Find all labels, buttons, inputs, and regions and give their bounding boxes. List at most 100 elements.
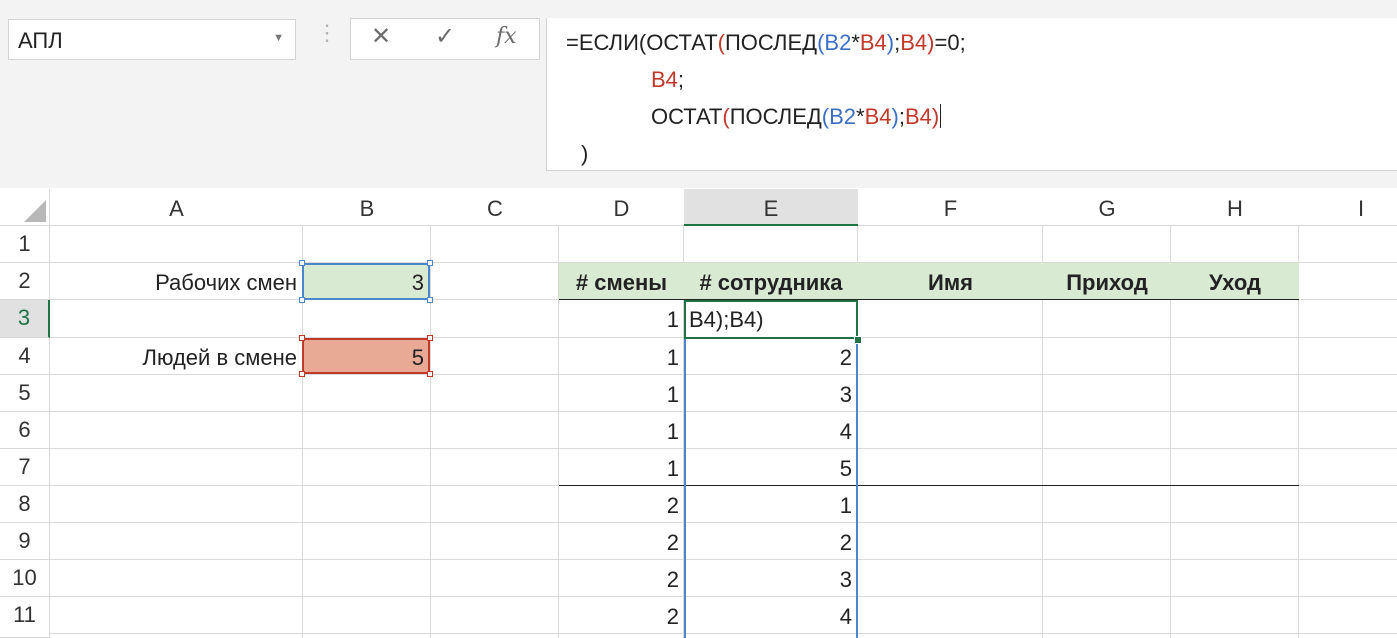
row-label: 7 (18, 454, 31, 479)
formula-ref-b2: B2 (824, 30, 852, 55)
select-all-button[interactable] (0, 189, 50, 226)
row-header-9[interactable]: 9 (0, 523, 50, 560)
row-header-1[interactable]: 1 (0, 226, 50, 263)
employee-value[interactable]: 4 (684, 604, 852, 630)
column-label: C (487, 196, 503, 221)
gridline (50, 522, 1397, 523)
label-work-shifts[interactable]: Рабочих смен (50, 270, 297, 296)
column-header-i[interactable]: I (1299, 189, 1397, 226)
row-label: 4 (18, 343, 31, 368)
header-name[interactable]: Имя (858, 270, 1043, 296)
formula-line-2: B4; (651, 67, 684, 93)
gridline (50, 448, 1397, 449)
row-header-8[interactable]: 8 (0, 486, 50, 523)
shift-value[interactable]: 1 (559, 307, 679, 333)
formula-ref-b4: B4 (651, 67, 678, 92)
employee-value[interactable]: 5 (684, 456, 852, 482)
ref-handle[interactable] (427, 371, 433, 377)
column-header-d[interactable]: D (559, 189, 684, 226)
row-header-6[interactable]: 6 (0, 412, 50, 449)
ref-handle[interactable] (427, 335, 433, 341)
employee-value[interactable]: 2 (684, 530, 852, 556)
column-label: E (763, 196, 779, 221)
ref-handle[interactable] (299, 297, 305, 303)
gridline (50, 559, 1397, 560)
shift-value[interactable]: 2 (559, 493, 679, 519)
row-label: 9 (18, 528, 31, 553)
drag-handle-icon[interactable]: ⋮ (316, 22, 338, 44)
formula-token: * (851, 30, 860, 55)
gridline (50, 596, 1397, 597)
header-arrival[interactable]: Приход (1043, 270, 1171, 296)
employee-value[interactable]: 3 (684, 567, 852, 593)
formula-ref-b4: B4 (904, 104, 932, 129)
group-border (559, 485, 1299, 486)
name-box-dropdown-icon[interactable]: ▼ (273, 32, 284, 44)
ref-handle[interactable] (427, 260, 433, 266)
column-header-h[interactable]: H (1171, 189, 1299, 226)
ref-handle[interactable] (299, 260, 305, 266)
formula-token: * (856, 104, 865, 129)
name-box[interactable]: АПЛ ▼ (8, 19, 296, 60)
formula-token: ) (927, 30, 935, 55)
shift-value[interactable]: 1 (559, 456, 679, 482)
ref-handle[interactable] (299, 335, 305, 341)
row-label: 11 (13, 602, 36, 627)
insert-function-icon[interactable]: fx (496, 26, 517, 48)
enter-icon[interactable]: ✓ (435, 25, 455, 49)
spill-border (856, 338, 858, 638)
column-label: H (1227, 196, 1243, 221)
name-box-value: АПЛ (18, 28, 63, 53)
column-header-c[interactable]: C (431, 189, 559, 226)
text-cursor (940, 104, 942, 128)
header-employee[interactable]: # сотрудника (684, 270, 858, 296)
row-header-10[interactable]: 10 (0, 560, 50, 597)
shift-value[interactable]: 2 (559, 604, 679, 630)
formula-token: ОСТАТ (651, 104, 723, 129)
employee-value[interactable]: 2 (684, 345, 852, 371)
column-label: A (169, 196, 184, 221)
shift-value[interactable]: 1 (559, 419, 679, 445)
value-b4: 5 (411, 345, 424, 370)
column-label: I (1357, 196, 1365, 221)
employee-value[interactable]: 3 (684, 382, 852, 408)
shift-value[interactable]: 1 (559, 345, 679, 371)
row-label: 1 (18, 231, 31, 256)
column-header-a[interactable]: A (50, 189, 303, 226)
row-header-7[interactable]: 7 (0, 449, 50, 486)
value-b2: 3 (411, 270, 424, 295)
shift-value[interactable]: 2 (559, 530, 679, 556)
select-all-icon (24, 200, 46, 222)
row-label: 5 (18, 380, 31, 405)
formula-token: ) (891, 104, 899, 129)
label-people-per-shift[interactable]: Людей в смене (50, 345, 297, 371)
header-shift[interactable]: # смены (559, 270, 684, 296)
gridline (50, 411, 1397, 412)
column-header-b[interactable]: B (303, 189, 431, 226)
cancel-icon[interactable]: ✕ (371, 25, 391, 49)
formula-token: ( (717, 30, 725, 55)
formula-token: ; (677, 67, 685, 92)
formula-line-1: =ЕСЛИ(ОСТАТ(ПОСЛЕД(B2*B4);B4)=0; (566, 30, 966, 56)
column-header-f[interactable]: F (858, 189, 1043, 226)
spreadsheet-grid: A B C D E F G H I 1 2 3 4 5 6 7 8 9 10 1… (0, 189, 1397, 638)
column-header-g[interactable]: G (1043, 189, 1171, 226)
column-label: G (1098, 196, 1116, 221)
row-label: 8 (18, 491, 31, 516)
row-header-11[interactable]: 11 (0, 597, 50, 638)
formula-input[interactable]: =ЕСЛИ(ОСТАТ(ПОСЛЕД(B2*B4);B4)=0; B4; ОСТ… (546, 18, 1397, 171)
employee-value[interactable]: 1 (684, 493, 852, 519)
column-header-e[interactable]: E (684, 189, 858, 226)
header-departure[interactable]: Уход (1171, 270, 1299, 296)
employee-value[interactable]: 4 (684, 419, 852, 445)
shift-value[interactable]: 2 (559, 567, 679, 593)
row-header-3[interactable]: 3 (0, 300, 50, 338)
fill-handle[interactable] (854, 336, 862, 344)
ref-handle[interactable] (299, 371, 305, 377)
formula-line-3: ОСТАТ(ПОСЛЕД(B2*B4);B4) (651, 104, 942, 130)
row-header-2[interactable]: 2 (0, 263, 50, 300)
row-header-4[interactable]: 4 (0, 338, 50, 375)
ref-handle[interactable] (427, 297, 433, 303)
shift-value[interactable]: 1 (559, 382, 679, 408)
row-header-5[interactable]: 5 (0, 375, 50, 412)
